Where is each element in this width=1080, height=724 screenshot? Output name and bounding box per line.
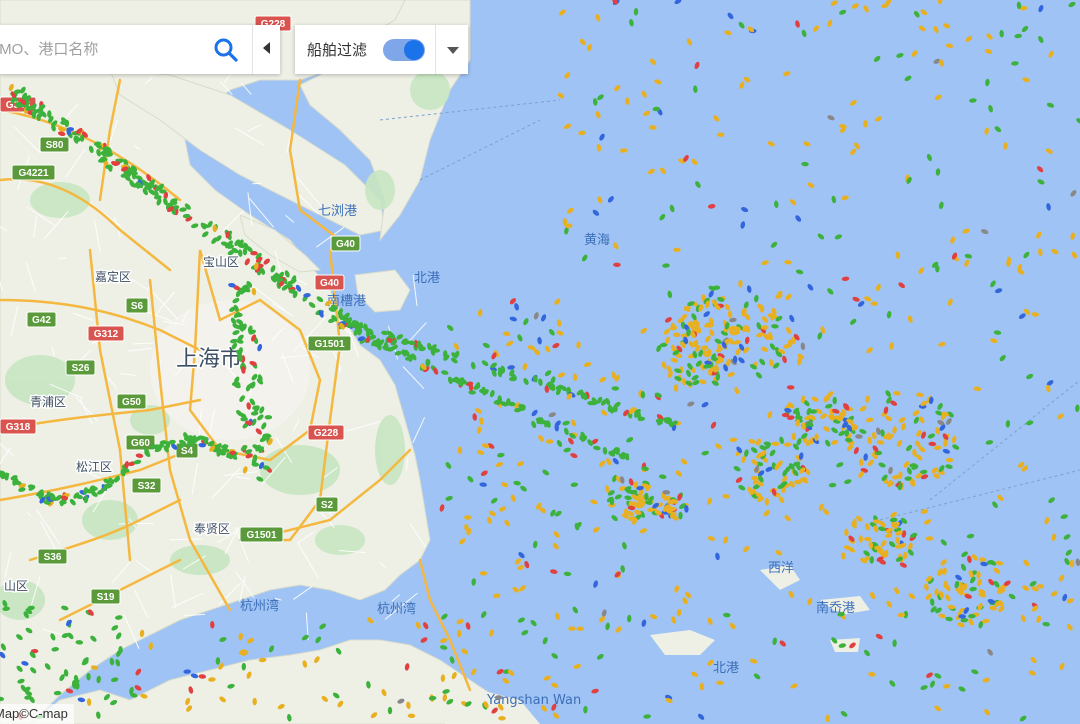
vessel-marker[interactable] xyxy=(242,247,248,256)
toggle-knob xyxy=(404,40,424,60)
vessel-filter-panel: 船舶过滤 xyxy=(295,25,468,74)
district-label-jiading: 嘉定区 xyxy=(95,269,131,284)
map-attribution: Map©C-map xyxy=(0,704,74,724)
road-shield-g40b: G40 xyxy=(314,274,345,291)
road-shield-label: G318 xyxy=(6,422,31,433)
road-shield-label: S32 xyxy=(138,481,156,492)
road-shield-s80: S80 xyxy=(39,136,70,153)
map-canvas[interactable]: G346S80G4221G228S6G42G312S26G50G318G60S4… xyxy=(0,0,1080,724)
vessel-marker[interactable] xyxy=(764,498,769,506)
road-shield-label: S26 xyxy=(72,363,90,374)
vessel-marker[interactable] xyxy=(886,481,895,486)
caret-down-icon xyxy=(446,41,459,59)
search-icon[interactable] xyxy=(212,36,240,64)
port-label-beigang-north: 北港 xyxy=(414,271,440,286)
vessel-marker[interactable] xyxy=(832,396,837,405)
road-shield-label: G40 xyxy=(320,278,339,289)
district-label-jinshan: 山区 xyxy=(4,579,28,593)
district-label-fengxian: 奉贤区 xyxy=(194,522,230,536)
road-shield-label: G50 xyxy=(122,397,141,408)
road-shield-g42: G42 xyxy=(26,311,57,328)
road-shield-label: S80 xyxy=(46,140,64,151)
vessel-marker[interactable] xyxy=(976,571,981,579)
road-shield-label: G4221 xyxy=(18,168,48,179)
city-label: 上海市 xyxy=(176,347,242,372)
vessel-marker[interactable] xyxy=(252,697,257,706)
road-shield-g50: G50 xyxy=(116,393,147,410)
district-label-songjiang: 松江区 xyxy=(76,460,112,474)
road-shield-g228: G228 xyxy=(307,424,345,441)
vessel-marker[interactable] xyxy=(1036,584,1045,589)
search-input[interactable] xyxy=(0,28,207,71)
road-shield-label: G40 xyxy=(336,239,355,250)
sea-label-huanghai: 黄海 xyxy=(584,233,610,248)
road-shield-s6: S6 xyxy=(125,297,149,314)
bay-label-hangzhouwan-east: 杭州湾 xyxy=(377,601,416,617)
road-shield-s26: S26 xyxy=(65,359,96,376)
vessel-marker[interactable] xyxy=(732,355,738,364)
vessel-marker[interactable] xyxy=(1069,559,1075,568)
road-shield-s32: S32 xyxy=(131,477,162,494)
road-shield-label: G228 xyxy=(314,428,339,439)
road-shield-g1501_s: G1501 xyxy=(239,526,284,543)
vessel-marker[interactable] xyxy=(36,113,41,122)
road-shield-label: G1501 xyxy=(314,339,344,350)
vessel-marker[interactable] xyxy=(387,706,393,715)
port-label-beigang-south: 北港 xyxy=(713,661,739,676)
vessel-filter-label: 船舶过滤 xyxy=(307,41,368,59)
vessel-marker[interactable] xyxy=(508,376,517,382)
road-shield-g4221: G4221 xyxy=(11,164,56,181)
port-label-xiyang: 西洋 xyxy=(768,561,794,576)
road-shield-label: G60 xyxy=(131,438,150,449)
caret-left-icon xyxy=(263,41,271,59)
collapse-panel-button[interactable] xyxy=(252,25,281,74)
search-bar xyxy=(0,25,280,74)
road-shield-s36: S36 xyxy=(37,548,68,565)
port-label-qixugang: 七浏港 xyxy=(318,203,357,219)
road-shield-g40: G40 xyxy=(330,235,361,252)
filter-dropdown-button[interactable] xyxy=(435,25,469,74)
vessel-marker[interactable] xyxy=(576,626,584,631)
road-shield-s2: S2 xyxy=(315,496,339,513)
road-shield-g318: G318 xyxy=(0,418,37,435)
minor-road xyxy=(118,522,154,525)
road-shield-label: S19 xyxy=(97,592,115,603)
vessel-marker[interactable] xyxy=(858,535,863,543)
road-shield-label: G312 xyxy=(94,329,119,340)
district-label-qingpu: 青浦区 xyxy=(30,395,66,409)
road-shield-s4: S4 xyxy=(175,442,199,459)
district-label-baoshan: 宝山区 xyxy=(203,255,239,269)
road-shield-label: S36 xyxy=(44,552,62,563)
bay-label-hangzhouwan-west: 杭州湾 xyxy=(240,598,279,614)
road-shield-label: S2 xyxy=(321,500,334,511)
road-shield-label: S6 xyxy=(131,301,144,312)
road-shield-s19: S19 xyxy=(90,588,121,605)
vessel-filter-toggle[interactable] xyxy=(383,39,425,61)
vessel-marker[interactable] xyxy=(498,716,506,721)
road-shield-label: G42 xyxy=(32,315,51,326)
road-shield-label: G1501 xyxy=(246,530,276,541)
port-label-nanao: 南岙港 xyxy=(816,600,855,616)
road-shield-g312: G312 xyxy=(87,325,125,342)
road-shield-g1501_n: G1501 xyxy=(307,335,352,352)
